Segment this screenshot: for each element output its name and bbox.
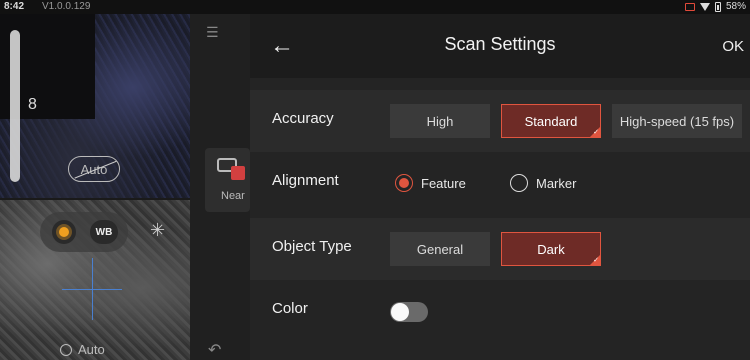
toggle-knob — [391, 303, 409, 321]
battery-icon — [714, 1, 721, 12]
camera-mode-card[interactable]: Near — [205, 148, 250, 212]
undo-icon[interactable]: ↶ — [208, 340, 221, 360]
alignment-marker-radio[interactable]: Marker — [510, 174, 576, 192]
page-title: Scan Settings — [444, 34, 556, 54]
sun-icon — [59, 227, 69, 237]
option-label: High-speed (15 fps) — [619, 113, 735, 129]
status-icons: 58% — [684, 1, 746, 12]
exposure-slider[interactable] — [10, 30, 20, 182]
record-icon — [231, 166, 245, 180]
alignment-label: Alignment — [272, 172, 339, 189]
settings-header: ← Scan Settings OK — [250, 14, 750, 78]
alignment-feature-radio[interactable]: Feature — [395, 174, 466, 192]
color-toggle[interactable] — [390, 302, 428, 322]
wifi-icon — [699, 2, 710, 11]
radio-label: Feature — [421, 175, 466, 191]
object-type-general-option[interactable]: General — [390, 232, 490, 266]
accuracy-highspeed-option[interactable]: High-speed (15 fps) — [612, 104, 742, 138]
accuracy-high-option[interactable]: High — [390, 104, 490, 138]
scan-settings-panel: ← Scan Settings OK Accuracy High Standar… — [250, 14, 750, 360]
option-label: General — [416, 241, 464, 257]
status-bar: 8:42 V1.0.0.129 58% — [0, 0, 750, 14]
object-type-label: Object Type — [272, 238, 352, 255]
accuracy-row: Accuracy High Standard ✓ High-speed (15 … — [250, 90, 750, 152]
option-label: High — [426, 113, 454, 129]
check-icon: ✓ — [593, 129, 599, 136]
brightness-button[interactable] — [52, 220, 76, 244]
app-version: V1.0.0.129 — [42, 1, 91, 12]
ok-button[interactable]: OK — [722, 38, 744, 55]
battery-level: 58% — [725, 1, 746, 12]
radio-label: Marker — [536, 175, 577, 191]
menu-list-icon[interactable]: ☰ — [206, 24, 224, 40]
radio-selected-icon — [395, 174, 413, 192]
camera-control-group: WB — [40, 212, 128, 252]
cast-icon — [684, 2, 695, 11]
object-type-dark-option[interactable]: Dark ✓ — [501, 232, 601, 266]
alignment-row: Alignment Feature Marker — [250, 152, 750, 214]
white-balance-button[interactable]: WB — [90, 220, 118, 244]
auto-exposure-toggle[interactable]: Auto — [68, 156, 120, 182]
bottom-auto-label[interactable]: Auto — [78, 342, 105, 357]
auto-icon — [60, 344, 72, 356]
accuracy-standard-option[interactable]: Standard ✓ — [501, 104, 601, 138]
check-icon: ✓ — [593, 257, 599, 264]
radio-unselected-icon — [510, 174, 528, 192]
object-type-row: Object Type General Dark ✓ — [250, 218, 750, 280]
exposure-value: 8 — [28, 96, 37, 113]
status-time: 8:42 — [4, 1, 25, 12]
camera-mode-label: Near — [221, 190, 245, 202]
accuracy-label: Accuracy — [272, 110, 334, 127]
color-label: Color — [272, 300, 308, 317]
option-label: Standard — [524, 113, 578, 129]
crosshair-vertical — [92, 258, 93, 320]
flash-icon[interactable]: ✳ — [150, 220, 165, 241]
option-label: Dark — [537, 241, 565, 257]
color-row: Color — [250, 280, 750, 342]
